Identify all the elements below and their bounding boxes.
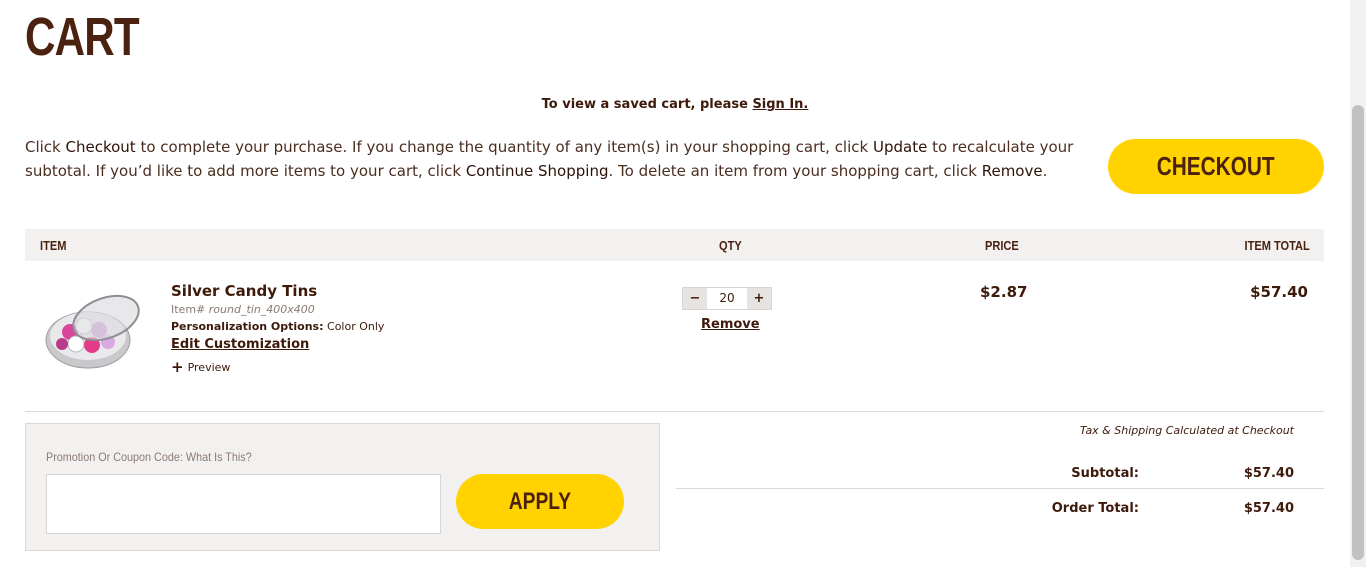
header-qty: QTY: [719, 238, 742, 253]
cart-instructions: Click Checkout to complete your purchase…: [25, 135, 1085, 183]
preview-toggle[interactable]: + Preview: [171, 358, 230, 376]
subtotal-label: Subtotal:: [1071, 466, 1139, 481]
instructions-text-2: to complete your purchase. If you change…: [135, 138, 873, 156]
item-personalization: Personalization Options: Color Only: [171, 320, 384, 333]
sign-in-link[interactable]: Sign In.: [752, 97, 808, 112]
scrollbar-track[interactable]: [1350, 0, 1366, 567]
minus-icon[interactable]: −: [683, 288, 707, 309]
instructions-text-1: Click: [25, 138, 66, 156]
order-total-value: $57.40: [1243, 501, 1294, 516]
remove-item-link[interactable]: Remove: [701, 317, 760, 332]
row-divider: [25, 411, 1324, 412]
item-price: $2.87: [980, 283, 1028, 301]
checkout-button[interactable]: CHECKOUT: [1108, 139, 1324, 194]
header-price: PRICE: [984, 238, 1019, 253]
summary-divider: [676, 488, 1324, 489]
instructions-text-5: .: [1042, 162, 1048, 180]
checkout-button-label: CHECKOUT: [1157, 151, 1275, 181]
saved-cart-text: To view a saved cart, please: [541, 97, 753, 112]
subtotal-value: $57.40: [1243, 466, 1294, 481]
promo-label[interactable]: Promotion Or Coupon Code: What Is This?: [46, 450, 252, 464]
plus-icon: +: [171, 358, 184, 376]
cart-table-header: ITEM QTY PRICE ITEM TOTAL: [25, 229, 1324, 261]
instructions-keyword-remove: Remove: [981, 162, 1043, 180]
item-sku-label: Item#: [171, 303, 209, 316]
item-sku-value: round_tin_400x400: [208, 303, 315, 316]
instructions-keyword-continue: Continue Shopping: [465, 162, 609, 180]
instructions-keyword-update: Update: [872, 138, 928, 156]
personalization-value: Color Only: [323, 320, 385, 333]
instructions-text-4: . To delete an item from your shopping c…: [608, 162, 982, 180]
apply-button-label: APPLY: [508, 487, 572, 515]
item-name[interactable]: Silver Candy Tins: [171, 282, 317, 300]
edit-customization-link[interactable]: Edit Customization: [171, 337, 309, 352]
scrollbar-thumb[interactable]: [1352, 105, 1364, 560]
preview-label: Preview: [187, 361, 231, 374]
plus-icon[interactable]: +: [747, 288, 771, 309]
saved-cart-notice: To view a saved cart, please Sign In.: [0, 97, 1350, 112]
header-item: ITEM: [40, 238, 67, 253]
page-title: CART: [25, 7, 140, 67]
instructions-keyword-checkout: Checkout: [65, 138, 136, 156]
promo-code-input[interactable]: [46, 474, 441, 534]
item-total: $57.40: [1250, 283, 1308, 301]
apply-button[interactable]: APPLY: [456, 474, 624, 529]
item-sku: Item# round_tin_400x400: [171, 303, 315, 316]
tax-shipping-note: Tax & Shipping Calculated at Checkout: [1079, 424, 1294, 437]
quantity-input[interactable]: 20: [707, 288, 747, 309]
quantity-stepper: − 20 +: [682, 287, 772, 310]
silver-candy-tin-image[interactable]: [44, 290, 144, 372]
order-total-label: Order Total:: [1051, 501, 1139, 516]
personalization-label: Personalization Options:: [171, 320, 324, 333]
header-item-total: ITEM TOTAL: [1244, 238, 1310, 253]
